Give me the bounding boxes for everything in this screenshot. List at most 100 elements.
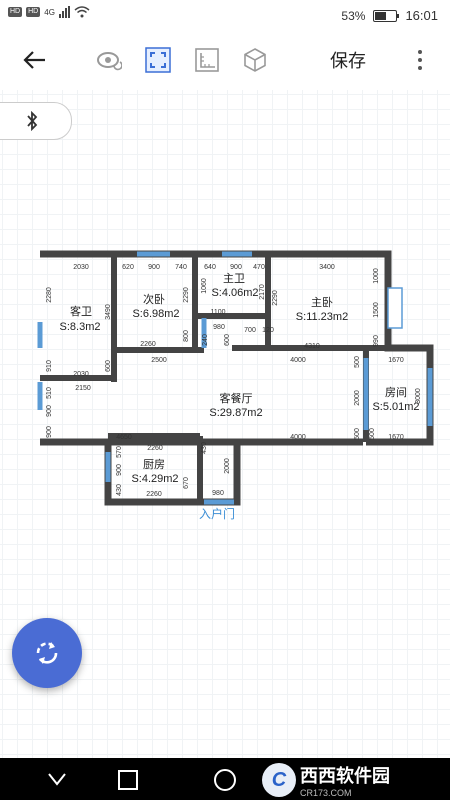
dim-label: 2290 [272, 290, 279, 306]
room-area: S:29.87m2 [209, 407, 262, 419]
system-nav-bar: C 西西软件园 CR173.COM [0, 758, 450, 800]
room-area: S:4.29m2 [131, 473, 178, 485]
floorplan-canvas[interactable]: 客卫 S:8.3m2 次卧 S:6.98m2 主卫 S:4.06m2 主卧 S:… [0, 90, 450, 758]
clock: 16:01 [405, 8, 438, 23]
dim-label: 980 [212, 490, 224, 497]
rotate-fab-button[interactable] [12, 618, 82, 688]
dim-label: 240 [202, 334, 209, 346]
dim-label: 470 [253, 264, 265, 271]
view-rotate-button[interactable] [94, 45, 124, 75]
dim-label: 1100 [210, 309, 225, 316]
signal-icon [58, 6, 70, 18]
nav-recents-icon[interactable] [214, 769, 236, 791]
dim-label: 900 [46, 426, 53, 438]
rotate-icon [36, 642, 58, 664]
dim-label: 670 [183, 477, 190, 489]
measure-button[interactable] [192, 45, 222, 75]
fullscreen-button[interactable] [143, 45, 173, 75]
dim-label: 500 [369, 428, 376, 440]
dim-label: 4000 [290, 434, 306, 441]
dim-label: 2290 [183, 287, 190, 303]
room-name: 厨房 [143, 458, 165, 471]
dim-label: 3490 [105, 304, 112, 320]
dim-label: 900 [230, 264, 242, 271]
dim-label: 600 [105, 360, 112, 372]
dim-label: 740 [175, 264, 187, 271]
dim-label: 2280 [46, 287, 53, 303]
battery-icon [373, 9, 400, 22]
dim-label: 4650 [116, 434, 132, 441]
dim-label: 640 [204, 264, 216, 271]
dim-label: 430 [201, 442, 208, 454]
eye-rotate-icon [97, 52, 122, 71]
dim-label: 620 [122, 264, 134, 271]
dim-label: 910 [46, 360, 53, 372]
watermark-icon: C [262, 763, 296, 797]
room-name: 主卧 [311, 296, 333, 309]
3d-view-button[interactable] [240, 45, 270, 75]
fullscreen-icon [145, 47, 171, 73]
dim-label: 990 [373, 335, 380, 347]
wifi-icon [74, 6, 90, 18]
status-left: HD HD 4G [8, 6, 90, 18]
dim-label: 510 [46, 387, 53, 399]
watermark-logo: C 西西软件园 CR173.COM [262, 762, 390, 798]
room-name: 房间 [385, 386, 407, 399]
hd-badge: HD [8, 7, 23, 17]
dim-label: 2000 [354, 390, 361, 406]
dim-label: 570 [116, 446, 123, 458]
dim-label: 500 [354, 356, 361, 368]
save-button[interactable]: 保存 [330, 47, 366, 73]
battery-level [375, 11, 387, 20]
watermark-text: 西西软件园 CR173.COM [300, 762, 390, 798]
status-bar: HD HD 4G 53% 16:01 [0, 0, 450, 30]
dim-label: 2030 [73, 264, 89, 271]
dim-label: 980 [213, 324, 225, 331]
dim-label: 2030 [73, 371, 89, 378]
dim-label: 800 [183, 330, 190, 342]
battery-percent: 53% [341, 8, 366, 23]
dim-label: 500 [354, 428, 361, 440]
dim-label: 1500 [373, 302, 380, 318]
room-name: 客卫 [70, 304, 92, 318]
dim-label: 700 [244, 327, 256, 334]
dim-label: 900 [46, 405, 53, 417]
nav-back-icon[interactable] [48, 772, 66, 786]
dim-label: 3400 [319, 264, 335, 271]
room-name: 次卧 [143, 292, 165, 306]
bay-window [387, 287, 403, 329]
hd-badge-2: HD [26, 7, 41, 17]
back-arrow-icon [23, 51, 45, 69]
watermark-url: CR173.COM [300, 788, 352, 798]
watermark-brand: 西西软件园 [300, 766, 390, 786]
dim-label: 1000 [373, 268, 380, 284]
back-button[interactable] [20, 45, 50, 75]
dim-label: 2000 [224, 458, 231, 474]
entrance-label: 入户门 [199, 506, 235, 521]
ruler-icon [195, 48, 219, 72]
dim-label: 2170 [259, 284, 266, 300]
dim-label: 2500 [151, 357, 167, 364]
dim-label: 2260 [146, 491, 162, 498]
dim-label: 1060 [201, 278, 208, 294]
dim-label: 1670 [388, 434, 404, 441]
dim-label: 1670 [388, 357, 404, 364]
dim-label: 900 [148, 264, 160, 271]
dim-label: 430 [116, 484, 123, 496]
dim-label: 900 [116, 464, 123, 476]
dim-label: 2260 [140, 341, 156, 348]
dim-label: 600 [224, 334, 231, 346]
status-right: 53% 16:01 [341, 8, 438, 23]
room-name: 客餐厅 [220, 391, 253, 405]
toolbar: 保存 [0, 30, 450, 90]
dim-label: 4310 [304, 343, 320, 350]
cube-3d-icon [244, 48, 266, 72]
dim-label: 3000 [415, 388, 422, 404]
room-area: S:4.06m2 [211, 287, 258, 299]
dim-label: 120 [262, 327, 274, 334]
room-area: S:5.01m2 [372, 401, 419, 413]
room-area: S:8.3m2 [60, 321, 101, 333]
more-menu-icon[interactable] [412, 48, 428, 72]
nav-home-icon[interactable] [118, 770, 138, 790]
dim-label: 4000 [290, 357, 306, 364]
